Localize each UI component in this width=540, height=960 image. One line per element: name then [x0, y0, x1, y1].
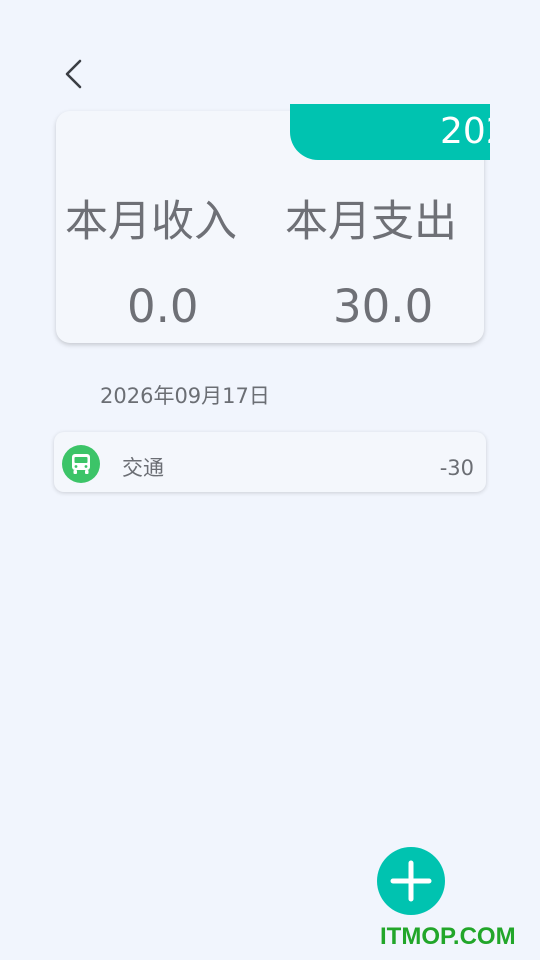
site-watermark: ITMOP.COM: [380, 923, 516, 950]
month-badge[interactable]: 2026-09: [290, 104, 490, 160]
income-label: 本月收入: [65, 197, 237, 247]
record-date-header: 2026年09月17日: [100, 384, 270, 408]
plus-icon: [390, 860, 432, 902]
chevron-left-icon: [65, 59, 82, 89]
record-amount: -30: [439, 456, 474, 480]
expense-value: 30.0: [333, 280, 434, 333]
list-item[interactable]: 交通 -30: [54, 432, 486, 492]
income-value: 0.0: [127, 280, 199, 333]
expense-label: 本月支出: [285, 197, 457, 247]
bus-icon: [62, 445, 100, 483]
back-button[interactable]: [56, 54, 96, 94]
record-category-label: 交通: [122, 456, 164, 480]
add-record-button[interactable]: [377, 847, 445, 915]
month-badge-label: 2026-09: [440, 111, 490, 152]
